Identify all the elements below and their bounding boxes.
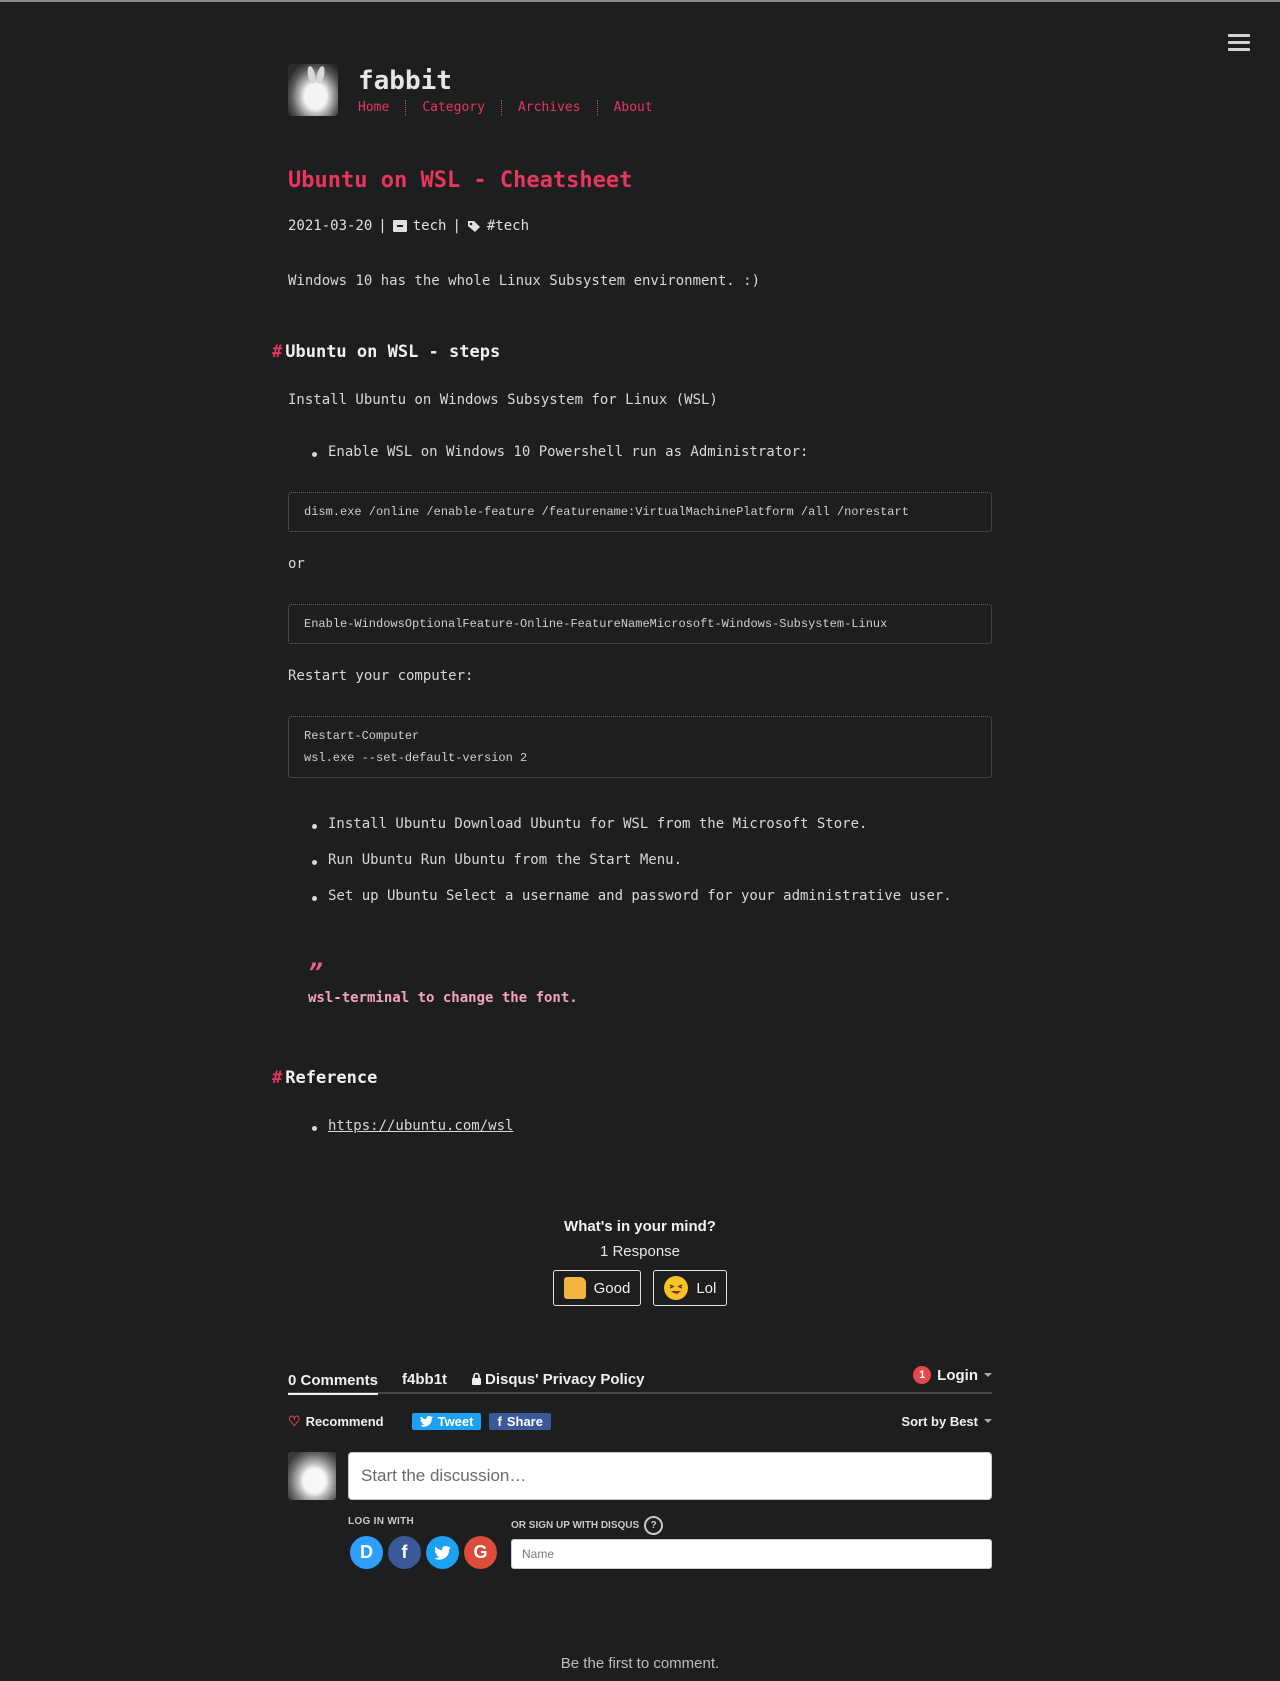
reference-list: https://ubuntu.com/wsl bbox=[288, 1118, 513, 1134]
reactions-widget: What's in your mind? 1 Response Good Lol bbox=[0, 1218, 1280, 1306]
menu-bar bbox=[1228, 34, 1250, 37]
install-list: Install Ubuntu Download Ubuntu for WSL f… bbox=[288, 816, 952, 904]
list-item: Enable WSL on Windows 10 Powershell run … bbox=[288, 444, 808, 460]
reactions-count: 1 Response bbox=[599, 1243, 681, 1260]
quote-mark-icon: ” bbox=[308, 959, 323, 987]
reactions-question: What's in your mind? bbox=[564, 1218, 716, 1235]
lock-icon bbox=[472, 1372, 482, 1385]
list-item: https://ubuntu.com/wsl bbox=[288, 1118, 513, 1134]
login-with-label: LOG IN WITH bbox=[348, 1516, 415, 1527]
login-label: Login bbox=[937, 1366, 978, 1384]
reaction-label: Good bbox=[593, 1279, 631, 1297]
code-line: Enable-WindowsOptionalFeature-Online-Fea… bbox=[304, 617, 888, 631]
nav-category[interactable]: Category bbox=[405, 100, 501, 116]
name-field[interactable]: Name bbox=[511, 1539, 992, 1569]
post-tag[interactable]: #tech bbox=[487, 218, 529, 234]
post-meta: 2021-03-20 | tech | #tech bbox=[288, 218, 529, 234]
disqus-thread: 0 Comments f4bb1t Disqus' Privacy Policy… bbox=[288, 1366, 992, 1572]
notification-badge: 1 bbox=[913, 1366, 932, 1384]
chevron-down-icon bbox=[984, 1419, 992, 1423]
signup-text: OR SIGN UP WITH DISQUS bbox=[511, 1520, 640, 1531]
menu-bar bbox=[1228, 48, 1250, 51]
heading-text: Ubuntu on WSL - steps bbox=[285, 342, 501, 362]
list-item: Set up Ubuntu Select a username and pass… bbox=[288, 888, 952, 904]
list-item: Run Ubuntu Run Ubuntu from the Start Men… bbox=[288, 852, 952, 868]
heading-anchor[interactable]: # bbox=[272, 342, 282, 362]
restart-text: Restart your computer: bbox=[288, 668, 474, 684]
recommend-button[interactable]: ♡ Recommend bbox=[288, 1413, 384, 1430]
reaction-buttons: Good Lol bbox=[0, 1270, 1280, 1306]
hamburger-menu-icon[interactable] bbox=[1228, 34, 1250, 55]
chevron-down-icon bbox=[984, 1373, 992, 1377]
code-block: dism.exe /online /enable-feature /featur… bbox=[288, 492, 992, 532]
sort-dropdown[interactable]: Sort by Best bbox=[901, 1414, 992, 1429]
code-block: Enable-WindowsOptionalFeature-Online-Fea… bbox=[288, 604, 992, 644]
heart-icon: ♡ bbox=[288, 1412, 301, 1429]
share-label: Share bbox=[506, 1413, 543, 1429]
code-line: dism.exe /online /enable-feature /featur… bbox=[304, 505, 909, 519]
section-heading-steps: # Ubuntu on WSL - steps bbox=[272, 342, 500, 362]
post-intro: Windows 10 has the whole Linux Subsystem… bbox=[288, 273, 761, 289]
nav-home[interactable]: Home bbox=[358, 100, 405, 116]
facebook-icon: f bbox=[497, 1413, 502, 1429]
recommend-label: Recommend bbox=[305, 1413, 384, 1429]
nav-about[interactable]: About bbox=[596, 100, 669, 116]
empty-comments-text: Be the first to comment. bbox=[560, 1655, 720, 1672]
google-login-icon[interactable]: G bbox=[464, 1536, 497, 1569]
avatar-ear bbox=[314, 65, 327, 85]
tag-icon bbox=[467, 220, 481, 232]
tweet-label: Tweet bbox=[437, 1413, 474, 1429]
disqus-login-icon[interactable]: D bbox=[350, 1536, 383, 1569]
reference-link[interactable]: https://ubuntu.com/wsl bbox=[328, 1118, 513, 1134]
nav-archives[interactable]: Archives bbox=[500, 100, 597, 116]
post-date: 2021-03-20 bbox=[288, 218, 373, 234]
tab-community[interactable]: f4bb1t bbox=[402, 1371, 447, 1388]
meta-separator: | bbox=[452, 218, 461, 234]
or-text: or bbox=[288, 556, 305, 572]
login-menu[interactable]: 1 Login bbox=[913, 1366, 992, 1384]
code-line: wsl.exe --set-default-version 2 bbox=[304, 751, 528, 765]
signup-label: OR SIGN UP WITH DISQUS ? bbox=[511, 1516, 664, 1535]
comment-composer: Start the discussion… LOG IN WITH D f G … bbox=[288, 1452, 992, 1572]
blockquote: ” wsl-terminal to change the font. bbox=[308, 959, 578, 1006]
laughing-face-icon bbox=[664, 1276, 689, 1300]
section-heading-reference: # Reference bbox=[272, 1068, 377, 1088]
post-title: Ubuntu on WSL - Cheatsheet bbox=[288, 168, 633, 193]
disqus-actions: ♡ Recommend Tweet f Share Sort by Best bbox=[288, 1406, 992, 1436]
help-icon[interactable]: ? bbox=[644, 1516, 664, 1535]
sort-label: Sort by Best bbox=[901, 1413, 978, 1429]
site-avatar[interactable] bbox=[288, 64, 338, 116]
disqus-tabs: 0 Comments f4bb1t Disqus' Privacy Policy… bbox=[288, 1366, 992, 1395]
tab-comments[interactable]: 0 Comments bbox=[288, 1372, 379, 1395]
tab-privacy-policy[interactable]: Disqus' Privacy Policy bbox=[471, 1370, 645, 1388]
avatar-ear bbox=[306, 65, 317, 85]
social-login-buttons: D f G bbox=[350, 1536, 497, 1569]
privacy-label: Disqus' Privacy Policy bbox=[485, 1370, 645, 1388]
reaction-good-button[interactable]: Good bbox=[552, 1270, 642, 1306]
twitter-bird-icon bbox=[419, 1415, 433, 1427]
meta-separator: | bbox=[378, 218, 387, 234]
facebook-login-icon[interactable]: f bbox=[388, 1536, 421, 1569]
comment-input[interactable]: Start the discussion… bbox=[348, 1452, 992, 1500]
post-category[interactable]: tech bbox=[413, 218, 447, 234]
facebook-share-button[interactable]: f Share bbox=[489, 1412, 551, 1430]
menu-bar bbox=[1228, 41, 1250, 44]
thumbs-up-icon bbox=[563, 1277, 586, 1299]
heading-text: Reference bbox=[285, 1068, 378, 1088]
steps-list: Enable WSL on Windows 10 Powershell run … bbox=[288, 444, 808, 460]
list-item: Install Ubuntu Download Ubuntu for WSL f… bbox=[288, 816, 952, 832]
quote-text: wsl-terminal to change the font. bbox=[308, 990, 578, 1006]
code-line: Restart-Computer bbox=[304, 729, 420, 743]
steps-lead: Install Ubuntu on Windows Subsystem for … bbox=[288, 392, 718, 408]
reaction-label: Lol bbox=[696, 1279, 717, 1297]
site-name[interactable]: fabbit bbox=[358, 66, 452, 96]
tweet-button[interactable]: Tweet bbox=[411, 1412, 482, 1430]
heading-anchor[interactable]: # bbox=[272, 1068, 282, 1088]
user-avatar bbox=[288, 1452, 336, 1500]
main-nav: Home Category Archives About bbox=[358, 100, 669, 116]
reaction-lol-button[interactable]: Lol bbox=[653, 1270, 728, 1306]
archive-box-icon bbox=[392, 220, 407, 232]
twitter-login-icon[interactable] bbox=[426, 1536, 459, 1569]
code-block: Restart-Computer wsl.exe --set-default-v… bbox=[288, 716, 992, 778]
